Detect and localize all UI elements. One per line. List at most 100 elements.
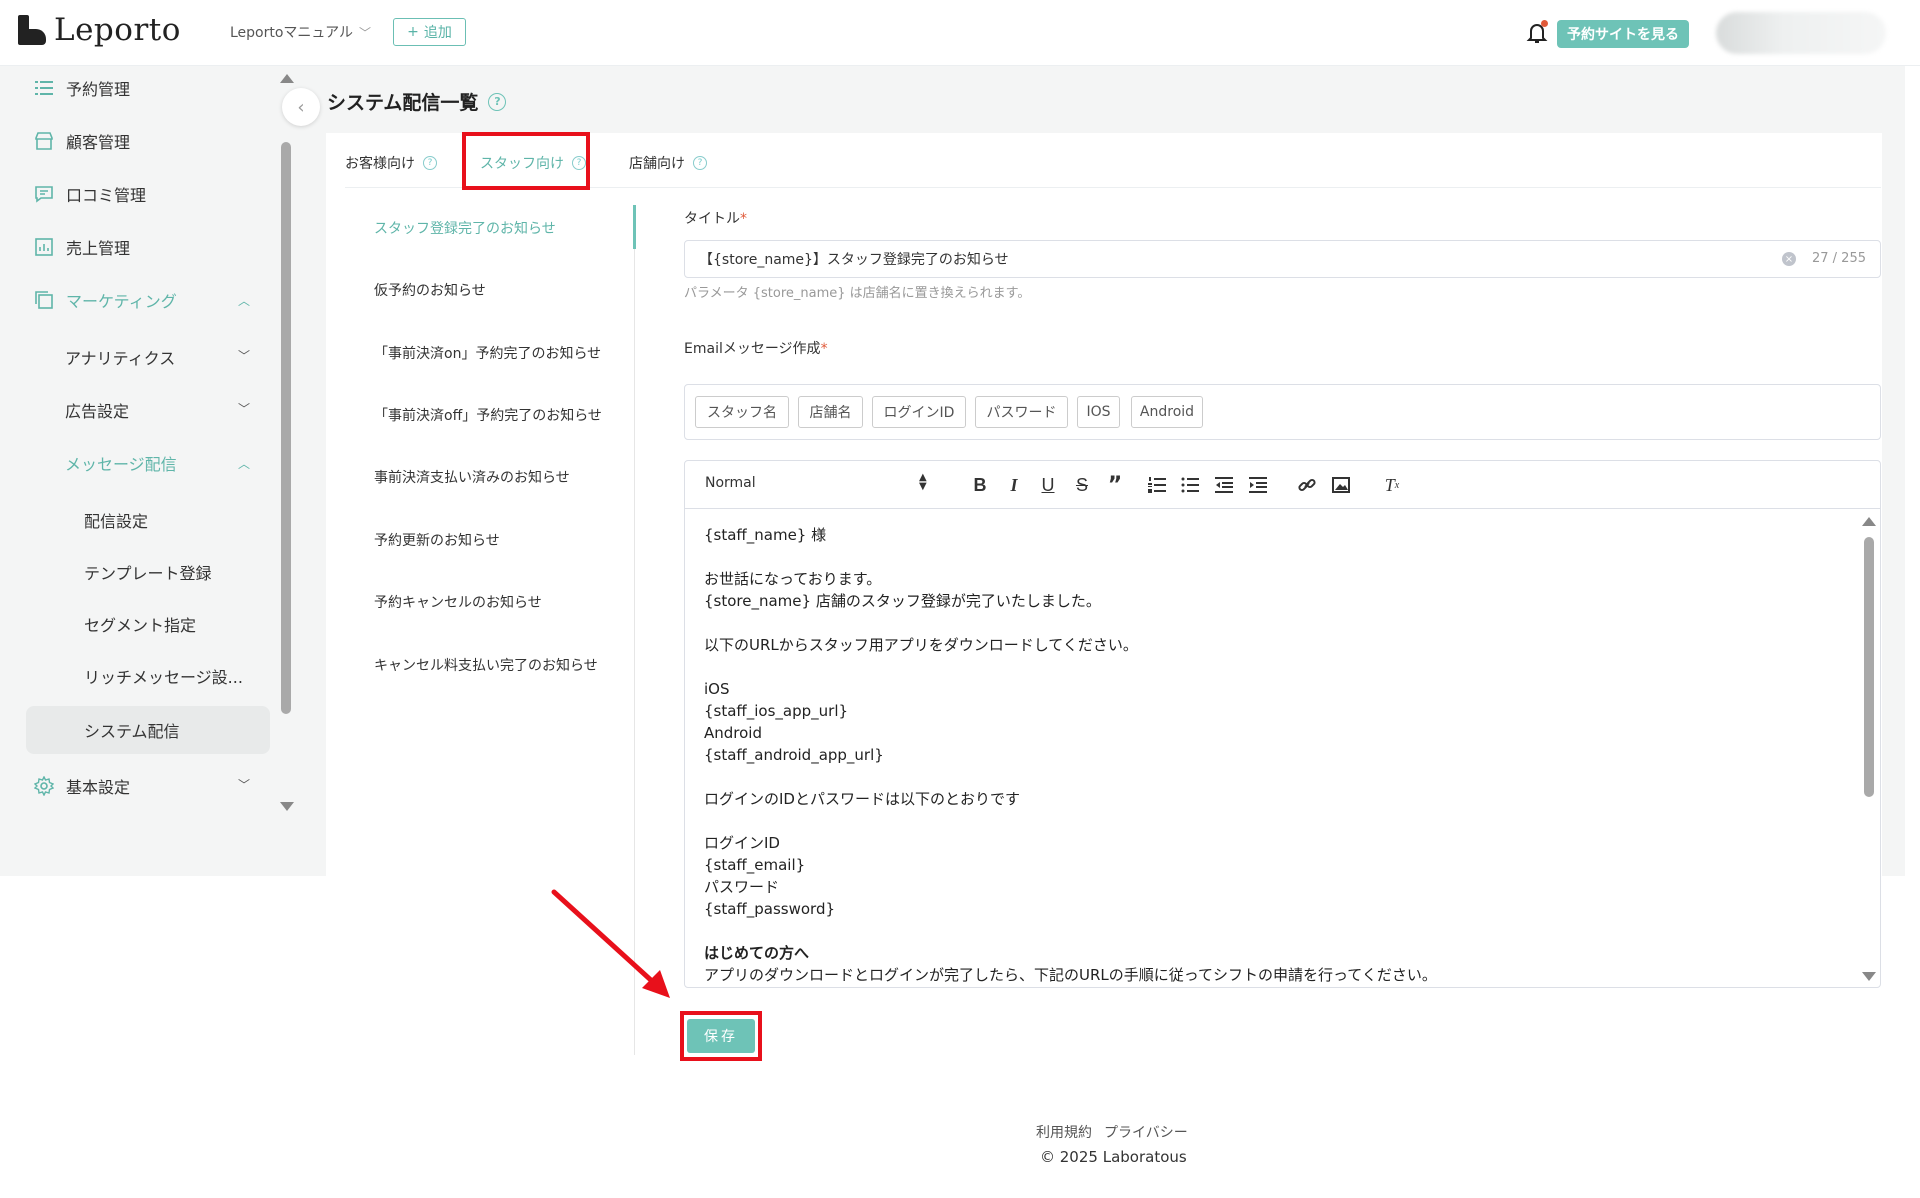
title-char-count: 27 / 255 <box>1812 251 1866 266</box>
editor-scroll-down-arrow[interactable] <box>1862 972 1876 981</box>
editor-line: {store_name} 店舗のスタッフ登録が完了いたしました。 <box>704 592 1101 610</box>
sidebar-item-template-registration[interactable]: テンプレート登録 <box>84 560 212 584</box>
user-menu-avatar[interactable] <box>1716 12 1886 54</box>
view-booking-site-button[interactable]: 予約サイトを見る <box>1557 20 1689 48</box>
add-button[interactable]: + 追加 <box>393 18 466 46</box>
bold-icon[interactable]: B <box>968 473 992 497</box>
title-input-value: 【{store_name}】スタッフ登録完了のお知らせ <box>699 252 1009 268</box>
sidebar-item-basic-settings[interactable]: 基本設定 <box>34 774 130 798</box>
bullet-list-icon[interactable] <box>1178 473 1202 497</box>
sidebar-item-analytics[interactable]: アナリティクス <box>65 345 175 369</box>
red-arrow-annotation <box>551 889 670 998</box>
blockquote-icon[interactable]: ” <box>1103 473 1127 498</box>
tab-customers[interactable]: お客様向け ? <box>345 152 437 174</box>
logo[interactable]: Leporto <box>18 12 181 48</box>
template-item-prepaid[interactable]: 事前決済支払い済みのお知らせ <box>374 467 570 487</box>
template-item-booking-cancel[interactable]: 予約キャンセルのお知らせ <box>374 592 542 612</box>
editor-scroll-up-arrow[interactable] <box>1862 517 1876 526</box>
format-select[interactable]: Normal <box>705 475 756 491</box>
sidebar-item-ad-settings[interactable]: 広告設定 <box>65 398 129 422</box>
sidebar-item-customers[interactable]: 顧客管理 <box>34 129 130 153</box>
editor-toolbar: Normal ▲ ▼ B I U S ” Tx <box>685 461 1880 509</box>
clear-format-icon[interactable]: Tx <box>1380 473 1404 497</box>
editor-line: {staff_email} <box>704 856 806 874</box>
required-mark: * <box>820 341 828 357</box>
editor-line: はじめての方へ <box>704 944 810 962</box>
editor-line: Android <box>704 724 762 742</box>
sidebar-collapse-button[interactable]: ‹ <box>282 88 320 126</box>
template-item-cancel-fee-paid[interactable]: キャンセル料支払い完了のお知らせ <box>374 655 598 675</box>
sidebar-item-sales[interactable]: 売上管理 <box>34 235 130 259</box>
italic-icon[interactable]: I <box>1002 473 1026 497</box>
select-arrows-icon[interactable]: ▲ ▼ <box>919 473 927 492</box>
image-icon[interactable] <box>1329 473 1353 497</box>
template-item-staff-registration[interactable]: スタッフ登録完了のお知らせ <box>374 218 556 238</box>
template-item-booking-update[interactable]: 予約更新のお知らせ <box>374 530 500 550</box>
workspace-switcher[interactable]: Leportoマニュアル ﹀ <box>230 22 371 42</box>
clear-icon[interactable]: × <box>1782 252 1796 266</box>
copy-icon <box>34 290 54 310</box>
chevron-down-icon: ﹀ <box>238 349 251 363</box>
email-label: Emailメッセージ作成* <box>684 341 828 357</box>
sidebar-item-message-delivery[interactable]: メッセージ配信 <box>65 451 177 475</box>
add-button-label: 追加 <box>423 25 452 41</box>
template-item-prepay-off[interactable]: 「事前決済off」予約完了のお知らせ <box>374 405 602 425</box>
template-active-indicator <box>633 205 636 249</box>
tag-staff-name[interactable]: スタッフ名 <box>695 396 789 428</box>
tab-store[interactable]: 店舗向け ? <box>629 152 707 174</box>
chevron-left-icon: ‹ <box>297 96 305 118</box>
sidebar-item-system-delivery[interactable]: システム配信 <box>84 718 180 742</box>
chevron-down-icon: ﹀ <box>238 402 251 416</box>
link-icon[interactable] <box>1295 473 1319 497</box>
sidebar: 予約管理 顧客管理 口コミ管理 売上管理 マーケティング ︿ アナリティクス ﹀… <box>0 66 305 876</box>
sidebar-item-marketing[interactable]: マーケティング <box>34 288 177 312</box>
editor-line: {staff_password} <box>704 900 836 918</box>
tag-password[interactable]: パスワード <box>975 396 1068 428</box>
sidebar-item-rich-message[interactable]: リッチメッセージ設... <box>84 664 243 688</box>
editor-scrollbar-thumb[interactable] <box>1864 537 1874 797</box>
list-icon <box>34 78 54 98</box>
editor-line: ログインのIDとパスワードは以下のとおりです <box>704 790 1020 808</box>
sidebar-item-reservations[interactable]: 予約管理 <box>34 76 130 100</box>
template-item-prepay-on[interactable]: 「事前決済on」予約完了のお知らせ <box>374 343 601 363</box>
sidebar-item-reviews[interactable]: 口コミ管理 <box>34 182 146 206</box>
sidebar-scroll-down-arrow[interactable] <box>280 802 294 811</box>
title-input[interactable]: 【{store_name}】スタッフ登録完了のお知らせ × 27 / 255 <box>684 240 1881 278</box>
template-item-tentative-booking[interactable]: 仮予約のお知らせ <box>374 280 486 300</box>
ordered-list-icon[interactable] <box>1145 473 1169 497</box>
help-icon: ? <box>423 156 437 170</box>
bar-chart-icon <box>34 237 54 257</box>
terms-link[interactable]: 利用規約 <box>1036 1122 1092 1142</box>
tag-login-id[interactable]: ログインID <box>872 396 966 428</box>
privacy-link[interactable]: プライバシー <box>1104 1122 1188 1142</box>
indent-icon[interactable] <box>1246 473 1270 497</box>
save-button[interactable]: 保存 <box>687 1019 755 1053</box>
store-icon <box>34 131 54 151</box>
help-icon[interactable]: ? <box>488 92 507 111</box>
chevron-down-icon: ﹀ <box>238 778 251 792</box>
sidebar-item-segment[interactable]: セグメント指定 <box>84 612 196 636</box>
notification-bell-icon[interactable] <box>1526 20 1548 46</box>
editor-body[interactable]: {staff_name} 様お世話になっております。 {store_name} 店… <box>685 510 1860 987</box>
outdent-icon[interactable] <box>1212 473 1236 497</box>
title-hint: パラメータ {store_name} は店舗名に置き換えられます。 <box>684 286 1031 301</box>
chevron-down-icon: ﹀ <box>359 25 372 40</box>
tag-android[interactable]: Android <box>1131 396 1203 428</box>
strikethrough-icon[interactable]: S <box>1070 473 1094 497</box>
help-icon: ? <box>693 156 707 170</box>
logo-text: Leporto <box>54 12 181 48</box>
sidebar-scrollbar-thumb[interactable] <box>281 142 291 714</box>
tag-store-name[interactable]: 店舗名 <box>798 396 863 428</box>
chevron-up-icon: ︿ <box>238 457 251 471</box>
sidebar-item-delivery-settings[interactable]: 配信設定 <box>84 508 148 532</box>
tag-ios[interactable]: IOS <box>1077 396 1120 428</box>
sidebar-scroll-up-arrow[interactable] <box>280 74 294 83</box>
gear-icon <box>34 776 54 796</box>
underline-icon[interactable]: U <box>1036 473 1060 497</box>
notification-dot <box>1541 20 1548 27</box>
